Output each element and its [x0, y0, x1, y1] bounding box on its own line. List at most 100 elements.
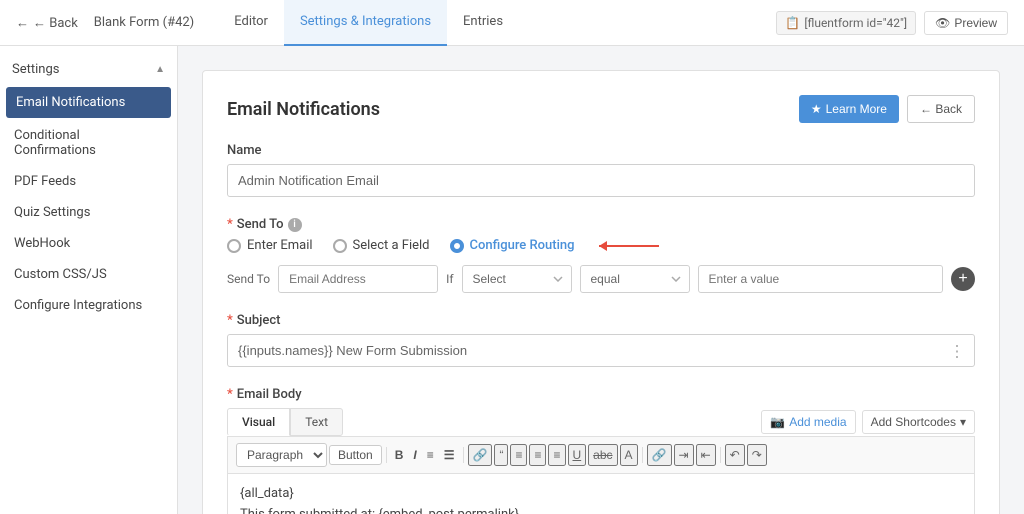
radio-enter-email[interactable]: Enter Email: [227, 238, 313, 253]
button-insert[interactable]: Button: [329, 445, 382, 465]
bold-button[interactable]: B: [391, 446, 408, 464]
add-media-label: Add media: [789, 415, 846, 429]
shortcode-badge[interactable]: 📋 [fluentform id="42"]: [776, 11, 916, 35]
tab-editor[interactable]: Editor: [218, 0, 284, 46]
radio-configure-routing[interactable]: Configure Routing: [450, 238, 575, 253]
unordered-list-button[interactable]: ☰: [440, 446, 459, 464]
radio-configure-routing-label: Configure Routing: [470, 238, 575, 253]
send-to-text: Send To: [237, 217, 284, 232]
sidebar-item-webhook[interactable]: WebHook: [0, 228, 177, 259]
card-title: Email Notifications: [227, 99, 380, 120]
book-icon: ★: [811, 102, 822, 116]
tab-settings-integrations[interactable]: Settings & Integrations: [284, 0, 447, 46]
add-shortcodes-button[interactable]: Add Shortcodes ▾: [862, 410, 975, 434]
radio-circle-configure-routing: [450, 239, 464, 253]
indent-button[interactable]: ⇥: [674, 444, 694, 466]
tab-visual[interactable]: Visual: [227, 408, 290, 436]
tab-text[interactable]: Text: [290, 408, 343, 436]
subject-section: * Subject ⋮: [227, 313, 975, 367]
sidebar-settings-section[interactable]: Settings ▲: [0, 54, 177, 85]
tab-entries[interactable]: Entries: [447, 0, 519, 46]
editor-content[interactable]: {all_data} This form submitted at: {embe…: [227, 474, 975, 514]
back-button[interactable]: ← ← Back: [16, 15, 78, 31]
eye-icon: 👁: [935, 16, 950, 30]
info-icon[interactable]: i: [288, 218, 302, 232]
radio-select-field-label: Select a Field: [353, 238, 430, 253]
radio-select-field[interactable]: Select a Field: [333, 238, 430, 253]
sidebar-item-configure-integrations[interactable]: Configure Integrations: [0, 290, 177, 321]
editor-tabs: Visual Text 📷 Add media Add Shortcodes ▾: [227, 408, 975, 437]
routing-send-to-label: Send To: [227, 272, 270, 286]
toolbar-separator-4: [720, 447, 721, 463]
radio-group: Enter Email Select a Field Configure Rou…: [227, 238, 975, 253]
card-back-button[interactable]: ← Back: [907, 95, 975, 123]
email-body-required-star: *: [227, 387, 233, 402]
chevron-down-icon: ▲: [155, 64, 165, 75]
name-input[interactable]: [227, 164, 975, 197]
editor-tab-group: Visual Text: [227, 408, 343, 436]
card-header: Email Notifications ★ Learn More ← Back: [227, 95, 975, 123]
radio-enter-email-label: Enter Email: [247, 238, 313, 253]
insert-link-button[interactable]: 🔗: [647, 444, 672, 466]
align-center-button[interactable]: ≡: [529, 444, 546, 466]
redo-button[interactable]: ↷: [747, 444, 767, 466]
radio-circle-select-field: [333, 239, 347, 253]
align-left-button[interactable]: ≡: [510, 444, 527, 466]
shortcode-icon: 📋: [785, 16, 800, 30]
undo-button[interactable]: ↶: [725, 444, 745, 466]
preview-button[interactable]: 👁 Preview: [924, 11, 1008, 35]
top-right: 📋 [fluentform id="42"] 👁 Preview: [776, 11, 1008, 35]
routing-if-label: If: [446, 272, 453, 286]
arrowhead-icon: [599, 241, 607, 251]
routing-value-input[interactable]: [698, 265, 944, 293]
routing-operator-select[interactable]: equal: [580, 265, 690, 293]
email-body-section: * Email Body Visual Text 📷 Add media: [227, 387, 975, 514]
paragraph-select[interactable]: Paragraph: [236, 443, 327, 467]
strikethrough-button[interactable]: abc: [588, 444, 617, 466]
main-layout: Settings ▲ Email Notifications Condition…: [0, 46, 1024, 514]
sidebar-item-pdf-feeds[interactable]: PDF Feeds: [0, 166, 177, 197]
underline-button[interactable]: U: [568, 444, 587, 466]
text-color-button[interactable]: A: [620, 444, 638, 466]
form-title: Blank Form (#42): [94, 15, 194, 30]
email-body-text: Email Body: [237, 387, 302, 402]
subject-text: Subject: [237, 313, 281, 328]
toolbar-separator-3: [642, 447, 643, 463]
toolbar-separator-1: [386, 447, 387, 463]
subject-input-container: ⋮: [227, 334, 975, 367]
card-actions: ★ Learn More ← Back: [799, 95, 975, 123]
name-section: Name: [227, 143, 975, 197]
shortcodes-chevron-icon: ▾: [960, 415, 966, 429]
sidebar-item-email-notifications[interactable]: Email Notifications: [6, 87, 171, 118]
radio-circle-enter-email: [227, 239, 241, 253]
nav-tabs: Editor Settings & Integrations Entries: [218, 0, 776, 46]
routing-email-input[interactable]: [278, 265, 438, 293]
outdent-button[interactable]: ⇤: [696, 444, 716, 466]
preview-label: Preview: [954, 16, 997, 30]
send-to-label: * Send To i: [227, 217, 975, 232]
top-nav: ← ← Back Blank Form (#42) Editor Setting…: [0, 0, 1024, 46]
link-button[interactable]: 🔗: [468, 444, 493, 466]
ordered-list-button[interactable]: ≡: [423, 446, 438, 464]
add-media-button[interactable]: 📷 Add media: [761, 410, 855, 434]
blockquote-button[interactable]: “: [494, 444, 508, 466]
back-card-label: ← Back: [920, 102, 962, 116]
sidebar-item-conditional-confirmations[interactable]: Conditional Confirmations: [0, 120, 177, 166]
italic-button[interactable]: I: [409, 446, 420, 464]
content-area: Email Notifications ★ Learn More ← Back …: [178, 46, 1024, 514]
email-notifications-card: Email Notifications ★ Learn More ← Back …: [202, 70, 1000, 514]
sidebar-item-quiz-settings[interactable]: Quiz Settings: [0, 197, 177, 228]
name-label: Name: [227, 143, 975, 158]
align-right-button[interactable]: ≡: [548, 444, 565, 466]
sidebar-item-custom-css-js[interactable]: Custom CSS/JS: [0, 259, 177, 290]
media-icon: 📷: [770, 415, 785, 429]
required-star: *: [227, 217, 233, 232]
add-row-button[interactable]: +: [951, 267, 975, 291]
subject-options-icon[interactable]: ⋮: [949, 341, 965, 360]
arrow-line: [599, 245, 659, 247]
routing-field-select[interactable]: Select: [462, 265, 572, 293]
email-body-label: * Email Body: [227, 387, 975, 402]
subject-input[interactable]: [227, 334, 975, 367]
learn-more-label: Learn More: [826, 102, 887, 116]
learn-more-button[interactable]: ★ Learn More: [799, 95, 899, 123]
